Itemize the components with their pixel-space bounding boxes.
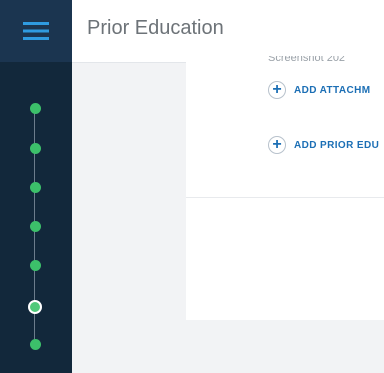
- hamburger-menu-icon: [23, 22, 49, 40]
- menu-button[interactable]: [0, 0, 72, 62]
- step-1-dot[interactable]: [30, 103, 41, 114]
- card-divider: [186, 197, 384, 198]
- add-prior-education-button[interactable]: + ADD PRIOR EDU: [268, 136, 379, 154]
- add-attachment-label: ADD ATTACHM: [294, 84, 371, 96]
- add-attachment-button[interactable]: + ADD ATTACHM: [268, 81, 370, 99]
- education-card: Screenshot 202 + ADD ATTACHM + ADD PRIOR…: [186, 56, 384, 320]
- step-5-dot[interactable]: [30, 260, 41, 271]
- step-6-dot-current[interactable]: [28, 300, 42, 314]
- plus-icon: +: [268, 136, 286, 154]
- plus-icon: +: [268, 81, 286, 99]
- attachment-filename-partial: Screenshot 202: [268, 56, 346, 64]
- step-7-dot[interactable]: [30, 339, 41, 350]
- top-bar: Prior Education: [72, 0, 384, 63]
- step-3-dot[interactable]: [30, 182, 41, 193]
- page-title: Prior Education: [87, 17, 224, 39]
- step-2-dot[interactable]: [30, 143, 41, 154]
- add-prior-education-label: ADD PRIOR EDU: [294, 139, 380, 151]
- sidebar: [0, 0, 72, 373]
- step-4-dot[interactable]: [30, 221, 41, 232]
